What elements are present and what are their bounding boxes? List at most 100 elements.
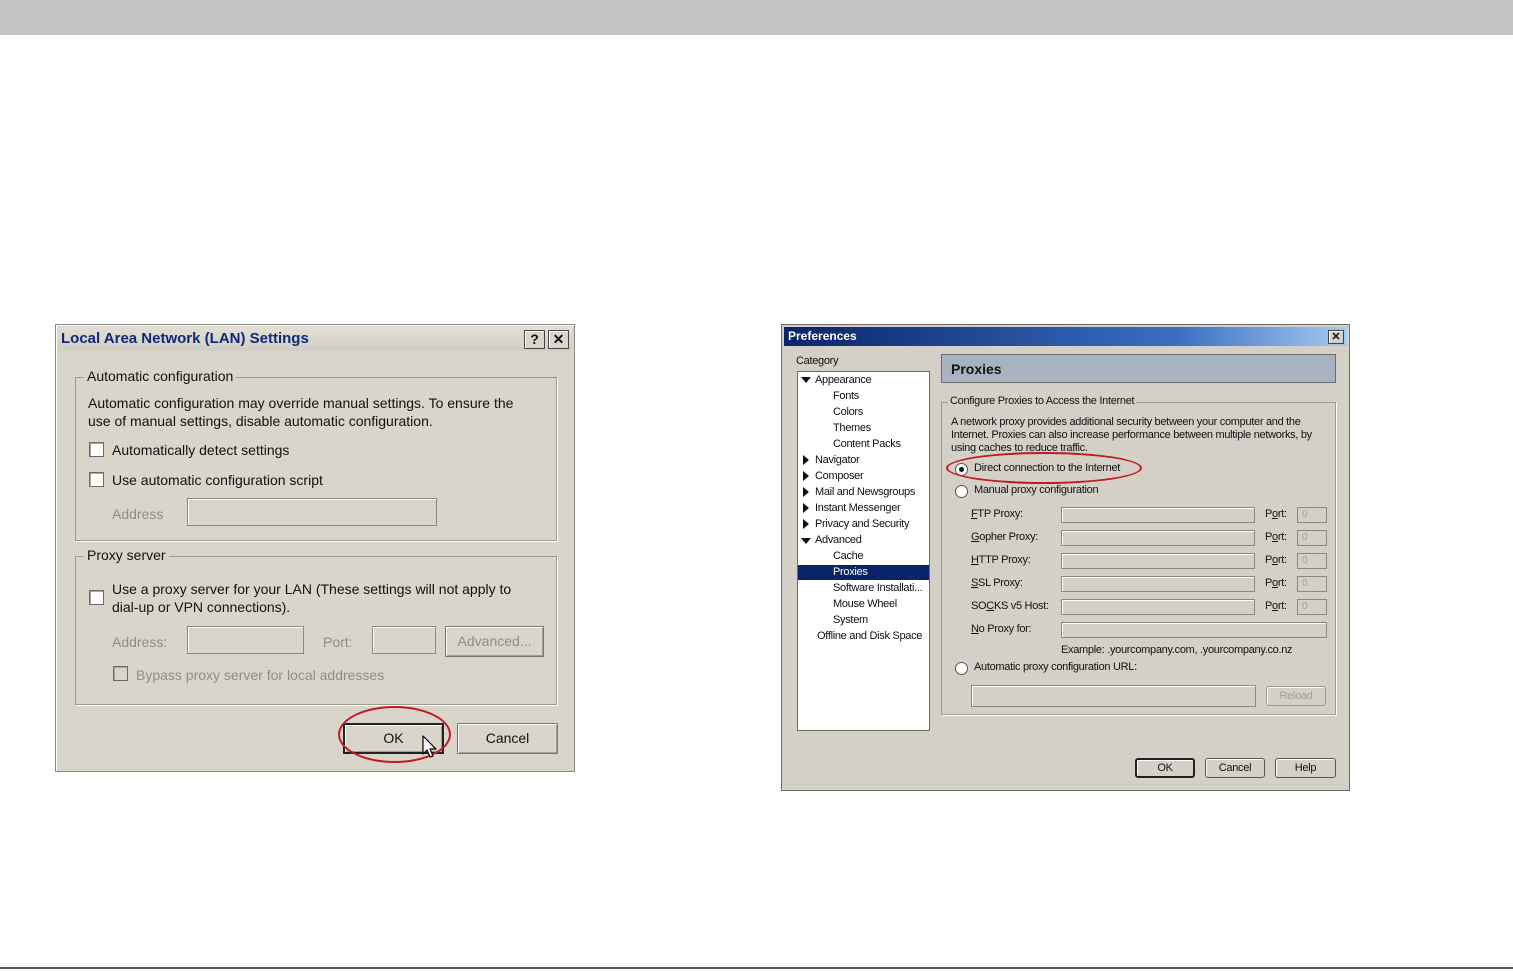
- category-label: Category: [796, 355, 839, 367]
- auto-config-description-line2: use of manual settings, disable automati…: [88, 413, 433, 429]
- tree-item-mouse-wheel[interactable]: Mouse Wheel: [833, 597, 897, 612]
- http-port-label: Port:: [1265, 554, 1287, 566]
- expanded-arrow-icon[interactable]: [801, 538, 811, 544]
- ftp-proxy-input[interactable]: [1061, 507, 1255, 523]
- gopher-proxy-label: Gopher Proxy:: [971, 531, 1039, 543]
- proxy-server-group: Proxy server Use a proxy server for your…: [75, 547, 557, 705]
- tree-item-fonts[interactable]: Fonts: [833, 389, 859, 404]
- use-proxy-label-line1[interactable]: Use a proxy server for your LAN (These s…: [112, 580, 511, 598]
- proxy-server-legend: Proxy server: [84, 547, 169, 563]
- cancel-button[interactable]: Cancel: [457, 723, 558, 754]
- panel-header: Proxies: [941, 354, 1336, 383]
- ssl-proxy-input[interactable]: [1061, 576, 1255, 592]
- lan-dialog-title: Local Area Network (LAN) Settings: [61, 330, 309, 347]
- use-script-checkbox[interactable]: [89, 472, 104, 487]
- collapsed-arrow-icon[interactable]: [803, 503, 809, 513]
- tree-item-mail-newsgroups[interactable]: Mail and Newsgroups: [815, 485, 915, 500]
- prefs-ok-button[interactable]: OK: [1135, 758, 1195, 778]
- ssl-port-label: Port:: [1265, 577, 1287, 589]
- help-button[interactable]: ?: [524, 330, 545, 349]
- proxy-description-line2: Internet. Proxies can also increase perf…: [951, 429, 1312, 441]
- advanced-button[interactable]: Advanced...: [445, 626, 544, 657]
- top-banner: [0, 0, 1513, 35]
- ftp-proxy-label: FTP Proxy:: [971, 508, 1023, 520]
- preferences-dialog: Preferences ✕ Category Appearance Fonts …: [781, 324, 1350, 791]
- tree-item-cache[interactable]: Cache: [833, 549, 864, 564]
- lan-settings-dialog: Local Area Network (LAN) Settings ? ✕ Au…: [55, 324, 575, 772]
- collapsed-arrow-icon[interactable]: [803, 519, 809, 529]
- auto-proxy-url-label[interactable]: Automatic proxy configuration URL:: [974, 661, 1137, 673]
- proxy-port-input[interactable]: [372, 626, 436, 654]
- collapsed-arrow-icon[interactable]: [803, 487, 809, 497]
- direct-connection-highlight-ellipse: [946, 452, 1142, 484]
- proxy-address-input[interactable]: [187, 626, 304, 654]
- tree-item-navigator[interactable]: Navigator: [815, 453, 860, 468]
- use-script-label[interactable]: Use automatic configuration script: [112, 471, 323, 489]
- tree-item-themes[interactable]: Themes: [833, 421, 871, 436]
- tree-item-instant-messenger[interactable]: Instant Messenger: [815, 501, 901, 516]
- http-port-input[interactable]: 0: [1297, 553, 1327, 569]
- detect-settings-checkbox[interactable]: [89, 442, 104, 457]
- tree-item-software-installation[interactable]: Software Installati...: [833, 581, 923, 596]
- http-proxy-label: HTTP Proxy:: [971, 554, 1031, 566]
- prefs-close-button[interactable]: ✕: [1328, 330, 1344, 344]
- prefs-help-button[interactable]: Help: [1275, 758, 1336, 778]
- use-proxy-checkbox[interactable]: [89, 590, 104, 605]
- tree-item-privacy-security[interactable]: Privacy and Security: [815, 517, 910, 532]
- socks-host-label: SOCKS v5 Host:: [971, 600, 1049, 612]
- proxy-config-group: Configure Proxies to Access the Internet…: [941, 395, 1336, 715]
- tree-item-content-packs[interactable]: Content Packs: [833, 437, 901, 452]
- manual-proxy-radio[interactable]: [955, 485, 968, 498]
- detect-settings-label[interactable]: Automatically detect settings: [112, 441, 289, 459]
- lan-title-bar[interactable]: Local Area Network (LAN) Settings ? ✕: [58, 327, 572, 351]
- tree-item-proxies[interactable]: Proxies: [798, 565, 929, 580]
- proxy-port-label: Port:: [323, 634, 353, 650]
- expanded-arrow-icon[interactable]: [801, 377, 811, 383]
- collapsed-arrow-icon[interactable]: [803, 471, 809, 481]
- no-proxy-input[interactable]: [1061, 622, 1327, 638]
- use-proxy-label-line2[interactable]: dial-up or VPN connections).: [112, 598, 290, 616]
- no-proxy-example: Example: .yourcompany.com, .yourcompany.…: [1061, 644, 1293, 656]
- ftp-port-input[interactable]: 0: [1297, 507, 1327, 523]
- gopher-port-input[interactable]: 0: [1297, 530, 1327, 546]
- proxy-description-line1: A network proxy provides additional secu…: [951, 416, 1301, 428]
- socks-port-label: Port:: [1265, 600, 1287, 612]
- auto-proxy-url-radio[interactable]: [955, 662, 968, 675]
- prefs-title-bar[interactable]: Preferences ✕: [784, 327, 1347, 346]
- panel-title: Proxies: [951, 361, 1002, 377]
- prefs-cancel-button[interactable]: Cancel: [1205, 758, 1265, 778]
- script-address-input[interactable]: [187, 498, 437, 526]
- bottom-rule: [0, 967, 1513, 969]
- ssl-proxy-label: SSL Proxy:: [971, 577, 1023, 589]
- ftp-port-label: Port:: [1265, 508, 1287, 520]
- proxy-config-legend: Configure Proxies to Access the Internet: [948, 395, 1137, 407]
- tree-item-appearance[interactable]: Appearance: [815, 373, 872, 388]
- auto-config-group: Automatic configuration Automatic config…: [75, 368, 557, 541]
- tree-item-system[interactable]: System: [833, 613, 868, 628]
- http-proxy-input[interactable]: [1061, 553, 1255, 569]
- proxy-address-label: Address:: [112, 634, 168, 650]
- auto-proxy-url-input[interactable]: [971, 685, 1256, 707]
- socks-host-input[interactable]: [1061, 599, 1255, 615]
- ssl-port-input[interactable]: 0: [1297, 576, 1327, 592]
- tree-item-composer[interactable]: Composer: [815, 469, 864, 484]
- category-tree[interactable]: Appearance Fonts Colors Themes Content P…: [797, 371, 930, 731]
- auto-config-legend: Automatic configuration: [84, 368, 237, 384]
- pointer-cursor-icon: [422, 735, 437, 758]
- collapsed-arrow-icon[interactable]: [803, 455, 809, 465]
- bypass-local-label[interactable]: Bypass proxy server for local addresses: [136, 666, 384, 684]
- script-address-label: Address: [112, 506, 164, 522]
- tree-item-offline-disk-space[interactable]: Offline and Disk Space: [817, 629, 922, 644]
- bypass-local-checkbox[interactable]: [113, 666, 128, 681]
- no-proxy-label: No Proxy for:: [971, 623, 1032, 635]
- auto-config-description-line1: Automatic configuration may override man…: [88, 395, 514, 411]
- tree-item-advanced[interactable]: Advanced: [815, 533, 862, 548]
- socks-port-input[interactable]: 0: [1297, 599, 1327, 615]
- tree-item-colors[interactable]: Colors: [833, 405, 863, 420]
- gopher-port-label: Port:: [1265, 531, 1287, 543]
- gopher-proxy-input[interactable]: [1061, 530, 1255, 546]
- close-button[interactable]: ✕: [548, 330, 569, 349]
- reload-button[interactable]: Reload: [1266, 686, 1326, 706]
- prefs-dialog-title: Preferences: [788, 329, 857, 343]
- manual-proxy-label[interactable]: Manual proxy configuration: [974, 484, 1099, 496]
